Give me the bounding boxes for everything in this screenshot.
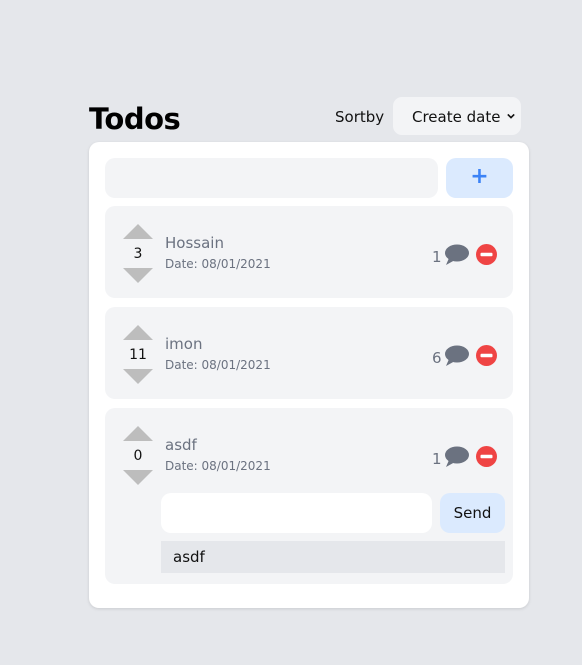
sort-label: Sortby [335, 108, 385, 126]
sort-selected-value: Create date [412, 108, 501, 126]
upvote-icon[interactable] [123, 224, 153, 239]
downvote-icon[interactable] [123, 268, 153, 283]
send-button[interactable]: Send [440, 493, 505, 533]
comment-icon[interactable] [443, 445, 470, 469]
vote-count: 0 [133, 448, 143, 464]
downvote-icon[interactable] [123, 470, 153, 485]
new-todo-input[interactable] [105, 158, 438, 198]
upvote-icon[interactable] [123, 325, 153, 340]
header: Todos Sortby Create date [89, 97, 529, 137]
sort-select[interactable]: Create date [393, 97, 521, 135]
delete-icon[interactable] [476, 446, 497, 467]
todo-text: Hossain [165, 234, 224, 252]
add-todo-button[interactable]: + [446, 158, 513, 198]
todo-item: 0 asdf Date: 08/01/2021 1 Send asdf [105, 408, 513, 584]
downvote-icon[interactable] [123, 369, 153, 384]
todo-card: + 3 Hossain Date: 08/01/2021 1 11 imon D… [89, 142, 529, 608]
todos-app: Todos Sortby Create date + 3 Hossain Dat… [89, 97, 529, 608]
vote-count: 3 [133, 246, 143, 262]
todo-text: asdf [165, 436, 197, 454]
delete-icon[interactable] [476, 244, 497, 265]
comment-count: 1 [432, 450, 442, 468]
todo-date: Date: 08/01/2021 [165, 257, 271, 271]
todo-date: Date: 08/01/2021 [165, 358, 271, 372]
comment-count: 1 [432, 248, 442, 266]
delete-icon[interactable] [476, 345, 497, 366]
todo-item: 3 Hossain Date: 08/01/2021 1 [105, 206, 513, 298]
vote-count: 11 [129, 347, 147, 363]
comment-count: 6 [432, 349, 442, 367]
todo-item: 11 imon Date: 08/01/2021 6 [105, 307, 513, 399]
comment-item: asdf [161, 541, 505, 573]
chevron-down-icon [507, 113, 515, 119]
comment-input[interactable] [161, 493, 432, 533]
page-title: Todos [89, 102, 181, 136]
todo-text: imon [165, 335, 203, 353]
comment-icon[interactable] [443, 344, 470, 368]
todo-date: Date: 08/01/2021 [165, 459, 271, 473]
comment-icon[interactable] [443, 243, 470, 267]
upvote-icon[interactable] [123, 426, 153, 441]
